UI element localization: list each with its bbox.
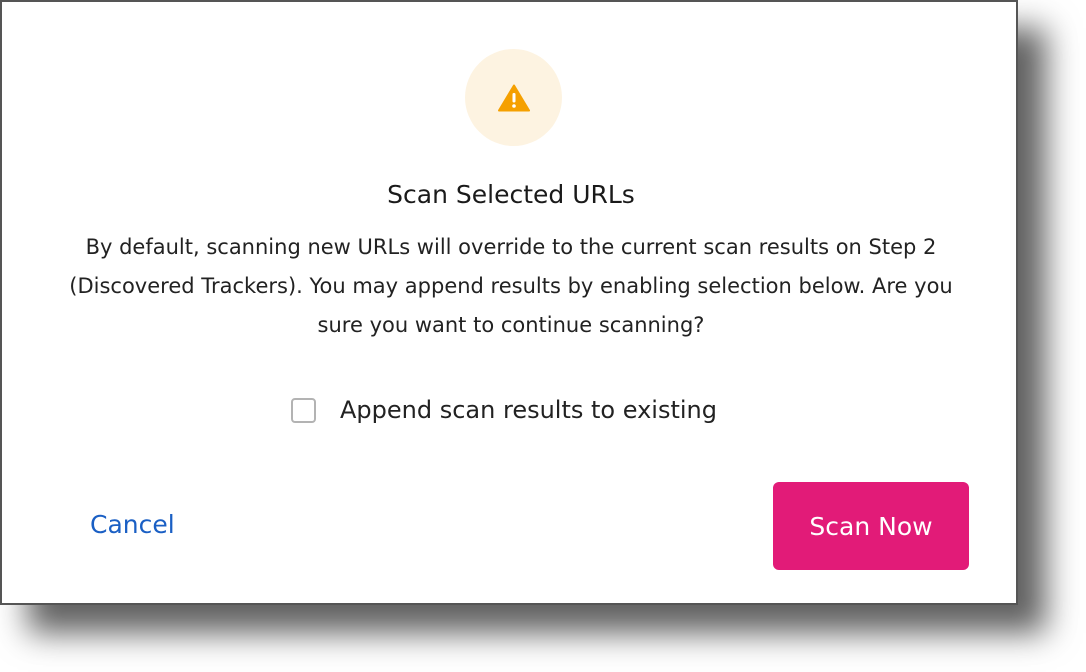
message-line: (Discovered Trackers). You may append re… xyxy=(69,274,953,298)
scan-confirm-dialog: Scan Selected URLs By default, scanning … xyxy=(0,0,1018,605)
scan-now-button[interactable]: Scan Now xyxy=(773,482,969,570)
page: Scan Selected URLs By default, scanning … xyxy=(0,0,1086,672)
cancel-button[interactable]: Cancel xyxy=(90,507,175,543)
append-results-label[interactable]: Append scan results to existing xyxy=(340,396,717,424)
dialog-message: By default, scanning new URLs will overr… xyxy=(42,228,980,345)
warning-icon-badge xyxy=(465,49,562,146)
warning-triangle-icon xyxy=(498,84,530,112)
message-line: sure you want to continue scanning? xyxy=(317,313,705,337)
append-results-option[interactable]: Append scan results to existing xyxy=(291,392,717,428)
message-line: By default, scanning new URLs will overr… xyxy=(85,235,937,259)
append-results-checkbox[interactable] xyxy=(291,397,316,423)
dialog-title: Scan Selected URLs xyxy=(387,180,635,209)
